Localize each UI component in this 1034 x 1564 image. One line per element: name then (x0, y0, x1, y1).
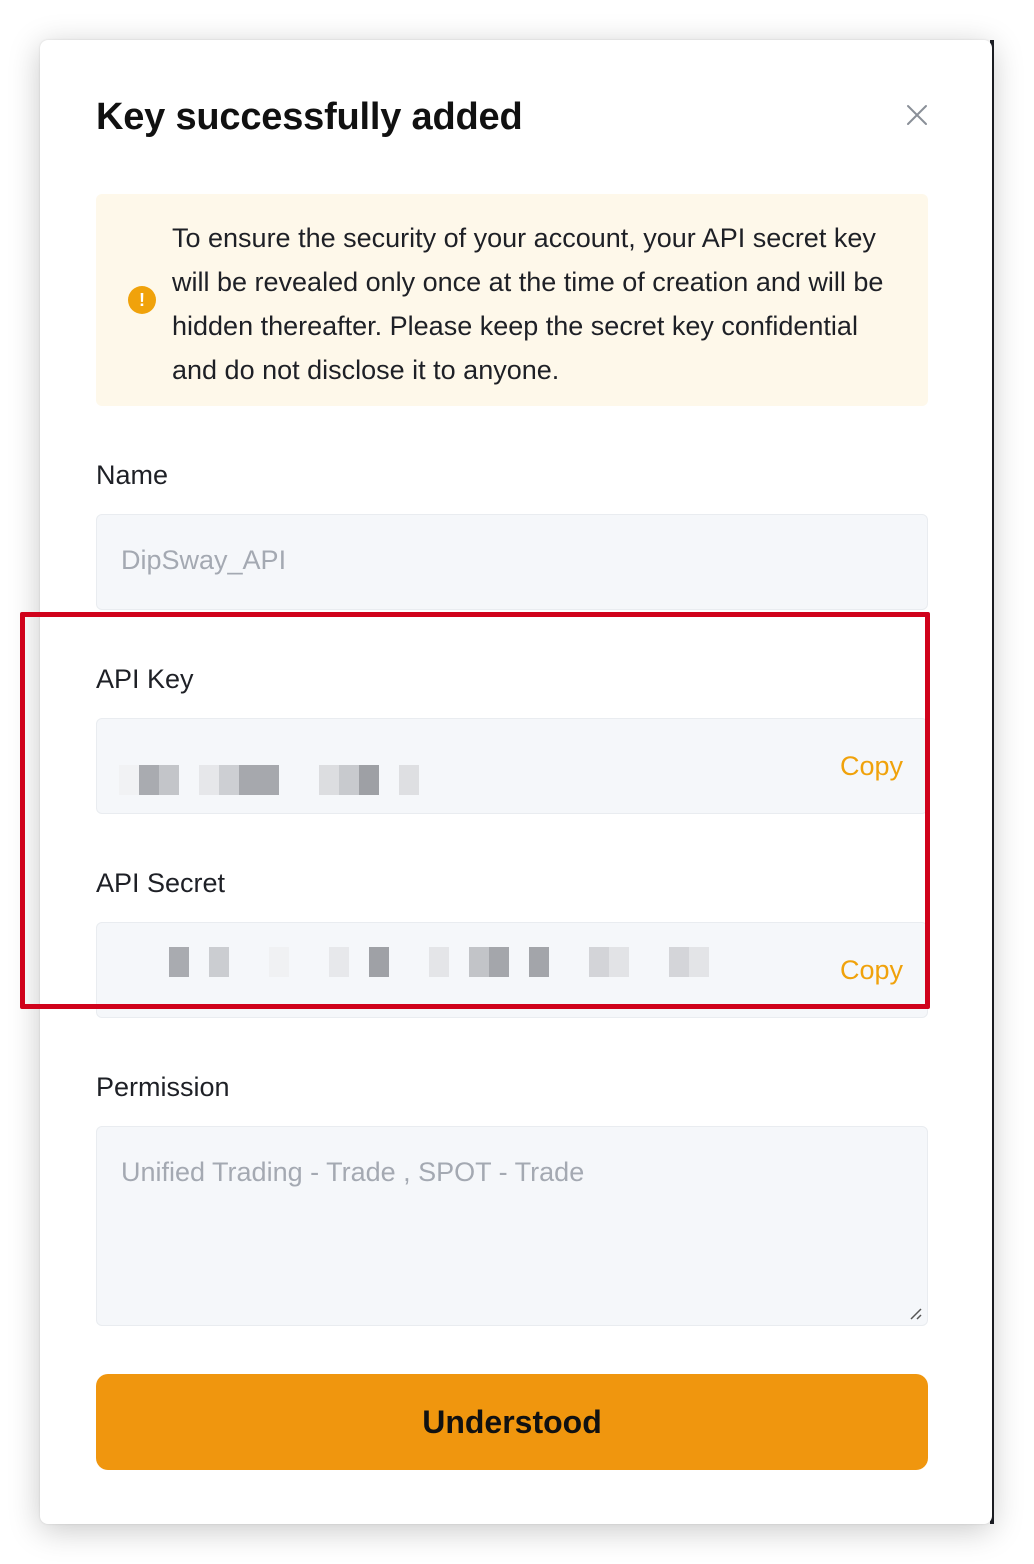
notice-text: To ensure the security of your account, … (172, 223, 884, 385)
permission-value: Unified Trading - Trade , SPOT - Trade (121, 1157, 585, 1187)
name-field[interactable]: DipSway_API (96, 514, 928, 610)
name-label: Name (96, 460, 169, 490)
resize-handle-icon[interactable] (907, 1305, 923, 1321)
security-notice: ! To ensure the security of your account… (96, 194, 928, 406)
understood-button[interactable]: Understood (96, 1374, 928, 1470)
modal-title: Key successfully added (96, 96, 523, 138)
permission-textarea[interactable]: Unified Trading - Trade , SPOT - Trade (96, 1126, 928, 1326)
permission-label: Permission (96, 1072, 230, 1102)
name-value: DipSway_API (121, 545, 287, 575)
close-icon[interactable] (902, 100, 932, 130)
highlight-annotation (20, 612, 930, 1009)
warning-icon: ! (128, 286, 156, 314)
